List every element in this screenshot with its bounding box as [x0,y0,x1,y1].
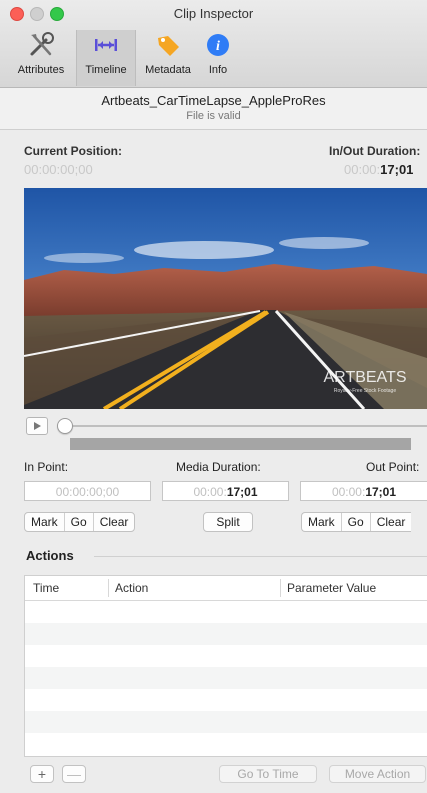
actions-section-title: Actions [26,548,74,563]
in-go-button[interactable]: Go [65,513,94,531]
tag-icon [136,30,200,60]
video-preview[interactable]: ARTBEATS Royalty-Free Stock Footage [24,188,427,409]
play-button[interactable] [26,417,48,435]
table-row[interactable] [25,711,427,733]
toolbar-label: Metadata [145,64,191,76]
current-position-value: 00:00:00;00 [24,162,93,177]
table-row[interactable] [25,645,427,667]
remove-action-button[interactable]: — [62,765,86,783]
table-row[interactable] [25,667,427,689]
playback-slider-knob[interactable] [57,418,73,434]
watermark-text: ARTBEATS [324,369,407,386]
timeline-icon [77,30,135,60]
add-action-button[interactable]: + [30,765,54,783]
inout-duration-value: 00:00:17;01 [344,162,413,177]
column-header-time[interactable]: Time [33,581,59,595]
play-icon [34,422,41,430]
out-point-controls: Mark Go Clear [301,512,412,532]
split-button[interactable]: Split [203,512,253,532]
out-point-label: Out Point: [366,460,420,474]
info-icon: i [200,30,236,60]
in-clear-button[interactable]: Clear [94,513,135,531]
timecode-frames: 17;01 [226,485,258,499]
in-point-label: In Point: [24,460,69,474]
timecode-frames: 17;01 [380,162,414,177]
window-title: Clip Inspector [173,6,254,21]
media-duration-field: 00:00:17;01 [162,481,289,501]
toolbar-label: Attributes [17,64,65,76]
in-point-field[interactable]: 00:00:00;00 [24,481,151,501]
toolbar-info[interactable]: i Info [200,30,236,86]
current-position-label: Current Position: [24,144,122,158]
out-clear-button[interactable]: Clear [371,513,412,531]
inout-duration-label: In/Out Duration: [329,144,421,158]
toolbar-label: Info [208,64,228,76]
title-bar: Clip Inspector Attributes Timeline Metad… [0,0,427,88]
column-header-action[interactable]: Action [115,581,148,595]
clip-status: File is valid [186,110,241,122]
watermark-subtext: Royalty-Free Stock Footage [334,388,396,394]
in-point-controls: Mark Go Clear [24,512,136,532]
column-divider[interactable] [108,579,109,597]
toolbar-timeline[interactable]: Timeline [76,30,136,86]
clip-header: Artbeats_CarTimeLapse_AppleProRes File i… [0,88,427,130]
table-row[interactable] [25,689,427,711]
out-point-field[interactable]: 00:00:17;01 [300,481,427,501]
table-row[interactable] [25,601,427,623]
video-frame-image: ARTBEATS Royalty-Free Stock Footage [24,188,427,409]
clip-name: Artbeats_CarTimeLapse_AppleProRes [101,93,326,108]
actions-table[interactable]: Time Action Parameter Value [24,575,427,757]
toolbar-label: Timeline [85,64,127,76]
timecode-prefix: 00:00: [331,485,366,499]
svg-text:i: i [216,39,220,54]
move-action-button[interactable]: Move Action [329,765,426,783]
playback-slider-track[interactable] [66,425,427,427]
toolbar-attributes[interactable]: Attributes [8,30,74,86]
table-row[interactable] [25,623,427,645]
timeline-range-bar[interactable] [70,438,411,450]
toolbar-metadata[interactable]: Metadata [136,30,200,86]
column-header-parameter-value[interactable]: Parameter Value [287,581,376,595]
column-divider[interactable] [280,579,281,597]
media-duration-label: Media Duration: [176,460,261,474]
table-row[interactable] [25,733,427,755]
tools-icon [8,30,74,60]
actions-divider [94,556,427,557]
timecode-frames: 17;01 [365,485,397,499]
out-go-button[interactable]: Go [342,513,371,531]
go-to-time-button[interactable]: Go To Time [219,765,317,783]
timecode-prefix: 00:00: [193,485,227,499]
in-mark-button[interactable]: Mark [25,513,65,531]
out-mark-button[interactable]: Mark [302,513,342,531]
timecode-prefix: 00:00: [344,162,381,177]
actions-table-header: Time Action Parameter Value [25,576,427,601]
